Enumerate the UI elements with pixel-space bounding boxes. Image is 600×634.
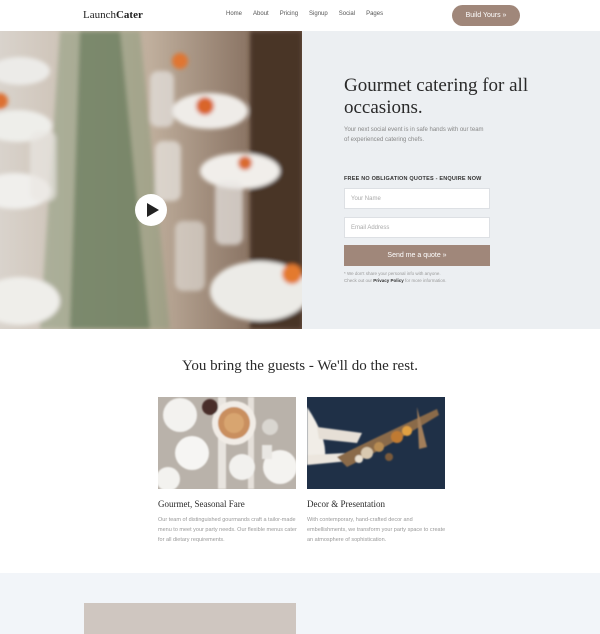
quote-form-label: FREE NO OBLIGATION QUOTES - ENQUIRE NOW — [344, 176, 482, 182]
nav-signup[interactable]: Signup — [309, 11, 328, 17]
hero-title: Gourmet catering for all occasions. — [344, 75, 529, 118]
logo-text-bold: Cater — [115, 9, 143, 21]
email-field[interactable]: Email Address — [344, 217, 490, 238]
privacy-policy-link[interactable]: Privacy Policy — [373, 278, 404, 283]
nav-social[interactable]: Social — [339, 11, 355, 17]
disclaimer-text-end: for more information. — [403, 277, 447, 283]
gourmet-photo — [158, 397, 296, 489]
nav-pricing[interactable]: Pricing — [280, 11, 298, 17]
feature-card-decor: Decor & Presentation With contemporary, … — [307, 397, 445, 543]
feature-card-gourmet: Gourmet, Seasonal Fare Our team of disti… — [158, 397, 297, 543]
logo[interactable]: LaunchCater — [83, 9, 143, 21]
hero-panel: Gourmet catering for all occasions. Your… — [302, 31, 600, 329]
gourmet-card-text: Our team of distinguished gourmands craf… — [158, 517, 297, 543]
site-header: LaunchCater Home About Pricing Signup So… — [0, 0, 600, 31]
nav-home[interactable]: Home — [226, 11, 242, 17]
decor-card-text: With contemporary, hand-crafted decor an… — [307, 517, 446, 543]
logo-text-light: Launch — [83, 9, 116, 21]
decor-card-title: Decor & Presentation — [307, 499, 385, 509]
next-section-image — [84, 603, 296, 634]
privacy-disclaimer: * We don't share your personal info with… — [344, 271, 454, 284]
nav-about[interactable]: About — [253, 11, 269, 17]
nav-pages[interactable]: Pages — [366, 11, 383, 17]
play-icon — [146, 203, 159, 217]
next-section — [0, 573, 600, 634]
send-quote-button[interactable]: Send me a quote » — [344, 245, 490, 266]
main-nav: Home About Pricing Signup Social Pages — [226, 11, 394, 17]
features-title: You bring the guests - We'll do the rest… — [182, 358, 418, 374]
play-video-button[interactable] — [135, 194, 167, 226]
hero-subtitle: Your next social event is in safe hands … — [344, 127, 484, 143]
name-field[interactable]: Your Name — [344, 188, 490, 209]
gourmet-card-title: Gourmet, Seasonal Fare — [158, 499, 245, 509]
hero-image — [0, 31, 302, 329]
build-yours-button[interactable]: Build Yours » — [452, 5, 520, 26]
decor-photo — [307, 397, 445, 489]
